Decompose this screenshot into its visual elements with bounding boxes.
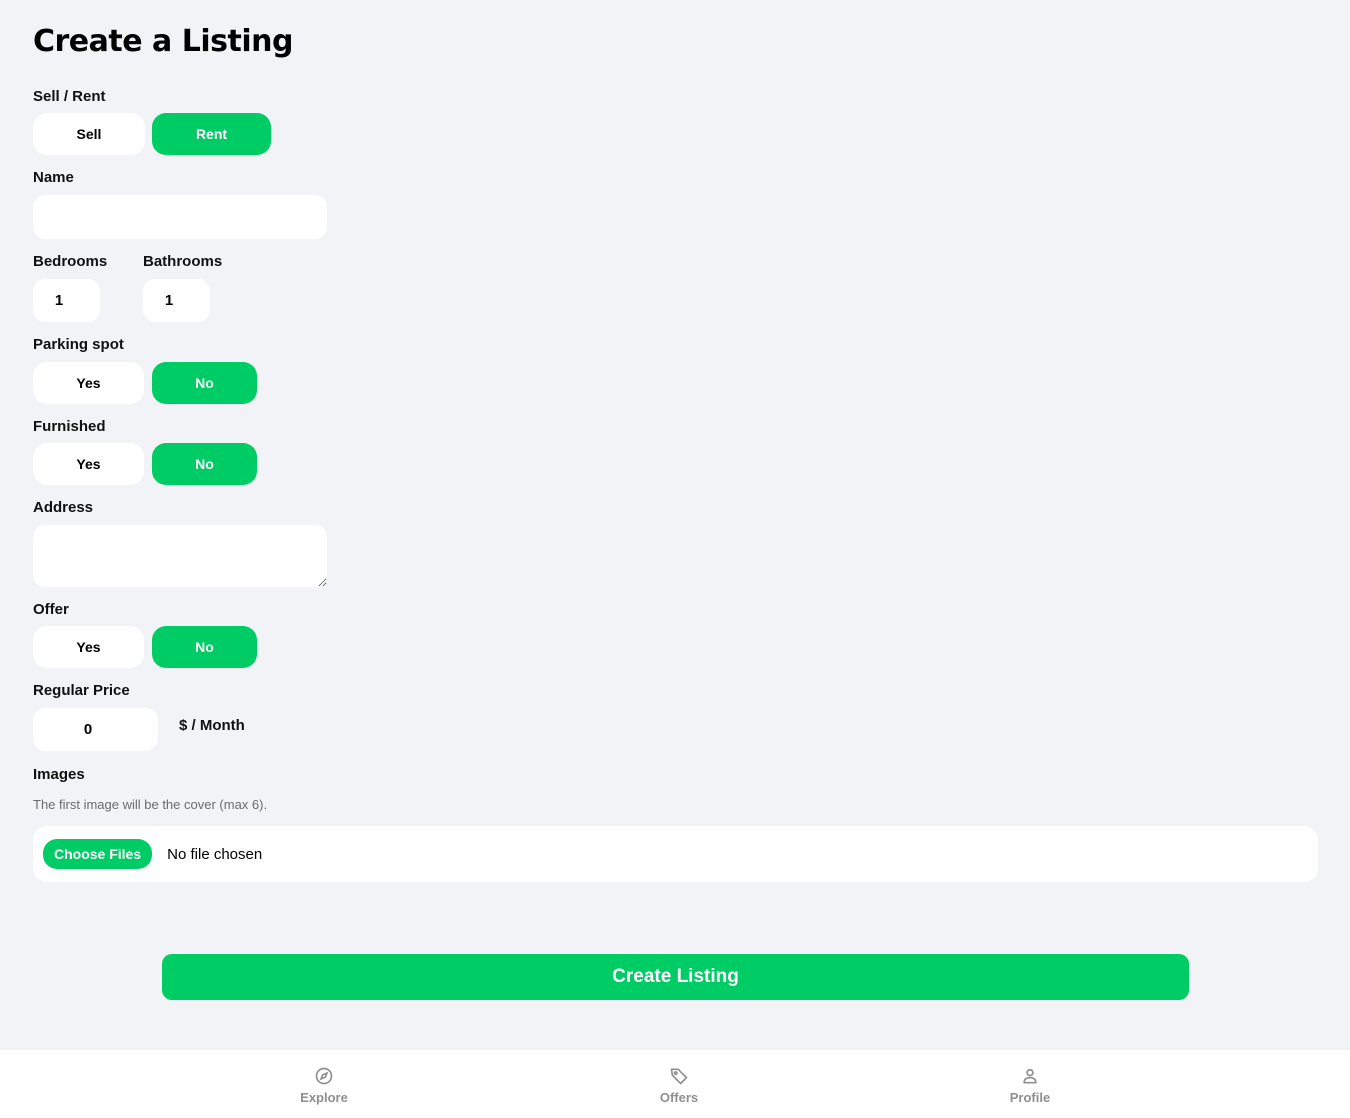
offer-no-button[interactable]: No [152,626,257,668]
parking-no-button[interactable]: No [152,362,257,404]
name-label: Name [33,169,74,186]
parking-yes-button[interactable]: Yes [33,362,144,404]
images-hint: The first image will be the cover (max 6… [33,797,268,812]
bedrooms-input[interactable] [33,279,100,322]
images-label: Images [33,766,85,783]
furnished-yes-button[interactable]: Yes [33,443,144,485]
file-status-text: No file chosen [167,845,263,863]
bottom-navbar: Explore Offers Profile [0,1050,1350,1118]
create-listing-button[interactable]: Create Listing [162,954,1189,1000]
offer-label: Offer [33,601,69,618]
type-label: Sell / Rent [33,88,106,105]
nav-label-profile: Profile [1009,1090,1051,1105]
furnished-no-button[interactable]: No [152,443,257,485]
parking-label: Parking spot [33,336,124,353]
price-unit-text: $ / Month [179,717,245,734]
bedrooms-label: Bedrooms [33,253,108,270]
nav-item-offers[interactable]: Offers [619,1066,739,1105]
furnished-label: Furnished [33,418,106,435]
file-input[interactable]: Choose Files No file chosen [33,826,1318,882]
name-input[interactable] [33,195,327,239]
offer-yes-button[interactable]: Yes [33,626,144,668]
nav-item-explore[interactable]: Explore [264,1066,384,1105]
bathrooms-label: Bathrooms [143,253,223,270]
nav-label-offers: Offers [659,1090,699,1105]
tag-icon [670,1068,688,1085]
regular-price-input[interactable] [33,708,158,751]
compass-icon [315,1067,333,1085]
sell-button[interactable]: Sell [33,113,145,155]
choose-files-button[interactable]: Choose Files [43,839,153,869]
address-label: Address [33,499,94,516]
address-textarea[interactable] [33,525,327,587]
bathrooms-input[interactable] [143,279,210,322]
page-title: Create a Listing [33,24,293,59]
rent-button[interactable]: Rent [152,113,271,155]
regular-price-label: Regular Price [33,682,130,699]
nav-label-explore: Explore [300,1090,348,1105]
nav-item-profile[interactable]: Profile [970,1066,1090,1105]
person-icon [1023,1068,1037,1084]
